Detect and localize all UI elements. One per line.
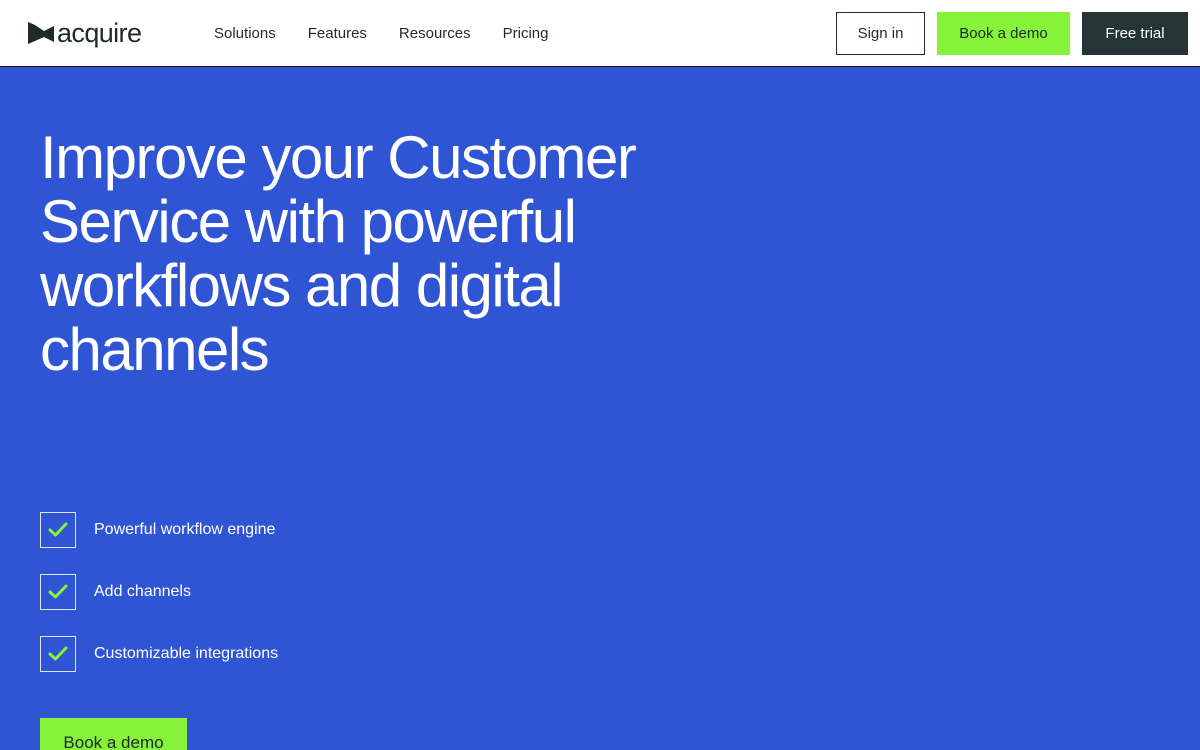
site-header: acquire Solutions Features Resources Pri… xyxy=(0,0,1200,67)
brand-name: acquire xyxy=(57,17,142,48)
feature-item: Powerful workflow engine xyxy=(40,512,278,548)
feature-label: Powerful workflow engine xyxy=(94,521,276,538)
nav-item-resources[interactable]: Resources xyxy=(399,25,471,42)
book-demo-header-button[interactable]: Book a demo xyxy=(937,12,1070,55)
header-actions: Sign in Book a demo Free trial xyxy=(836,12,1188,55)
hero-title: Improve your Customer Service with power… xyxy=(40,124,637,383)
feature-item: Add channels xyxy=(40,574,278,610)
free-trial-button[interactable]: Free trial xyxy=(1082,12,1188,55)
acquire-logo[interactable]: acquire xyxy=(28,17,142,49)
feature-label: Customizable integrations xyxy=(94,645,279,662)
feature-label: Add channels xyxy=(94,583,191,600)
checkmark-icon xyxy=(40,512,76,548)
feature-item: Customizable integrations xyxy=(40,636,278,672)
nav-item-solutions[interactable]: Solutions xyxy=(214,25,276,42)
checkmark-icon xyxy=(40,574,76,610)
checkmark-icon xyxy=(40,636,76,672)
sign-in-button[interactable]: Sign in xyxy=(836,12,925,55)
nav-item-features[interactable]: Features xyxy=(308,25,367,42)
main-nav: Solutions Features Resources Pricing xyxy=(214,0,580,66)
feature-list: Powerful workflow engine Add channels Cu… xyxy=(40,512,278,698)
acquire-flag-logo-icon xyxy=(28,22,54,44)
book-demo-hero-button[interactable]: Book a demo xyxy=(40,718,187,750)
nav-item-pricing[interactable]: Pricing xyxy=(503,25,549,42)
